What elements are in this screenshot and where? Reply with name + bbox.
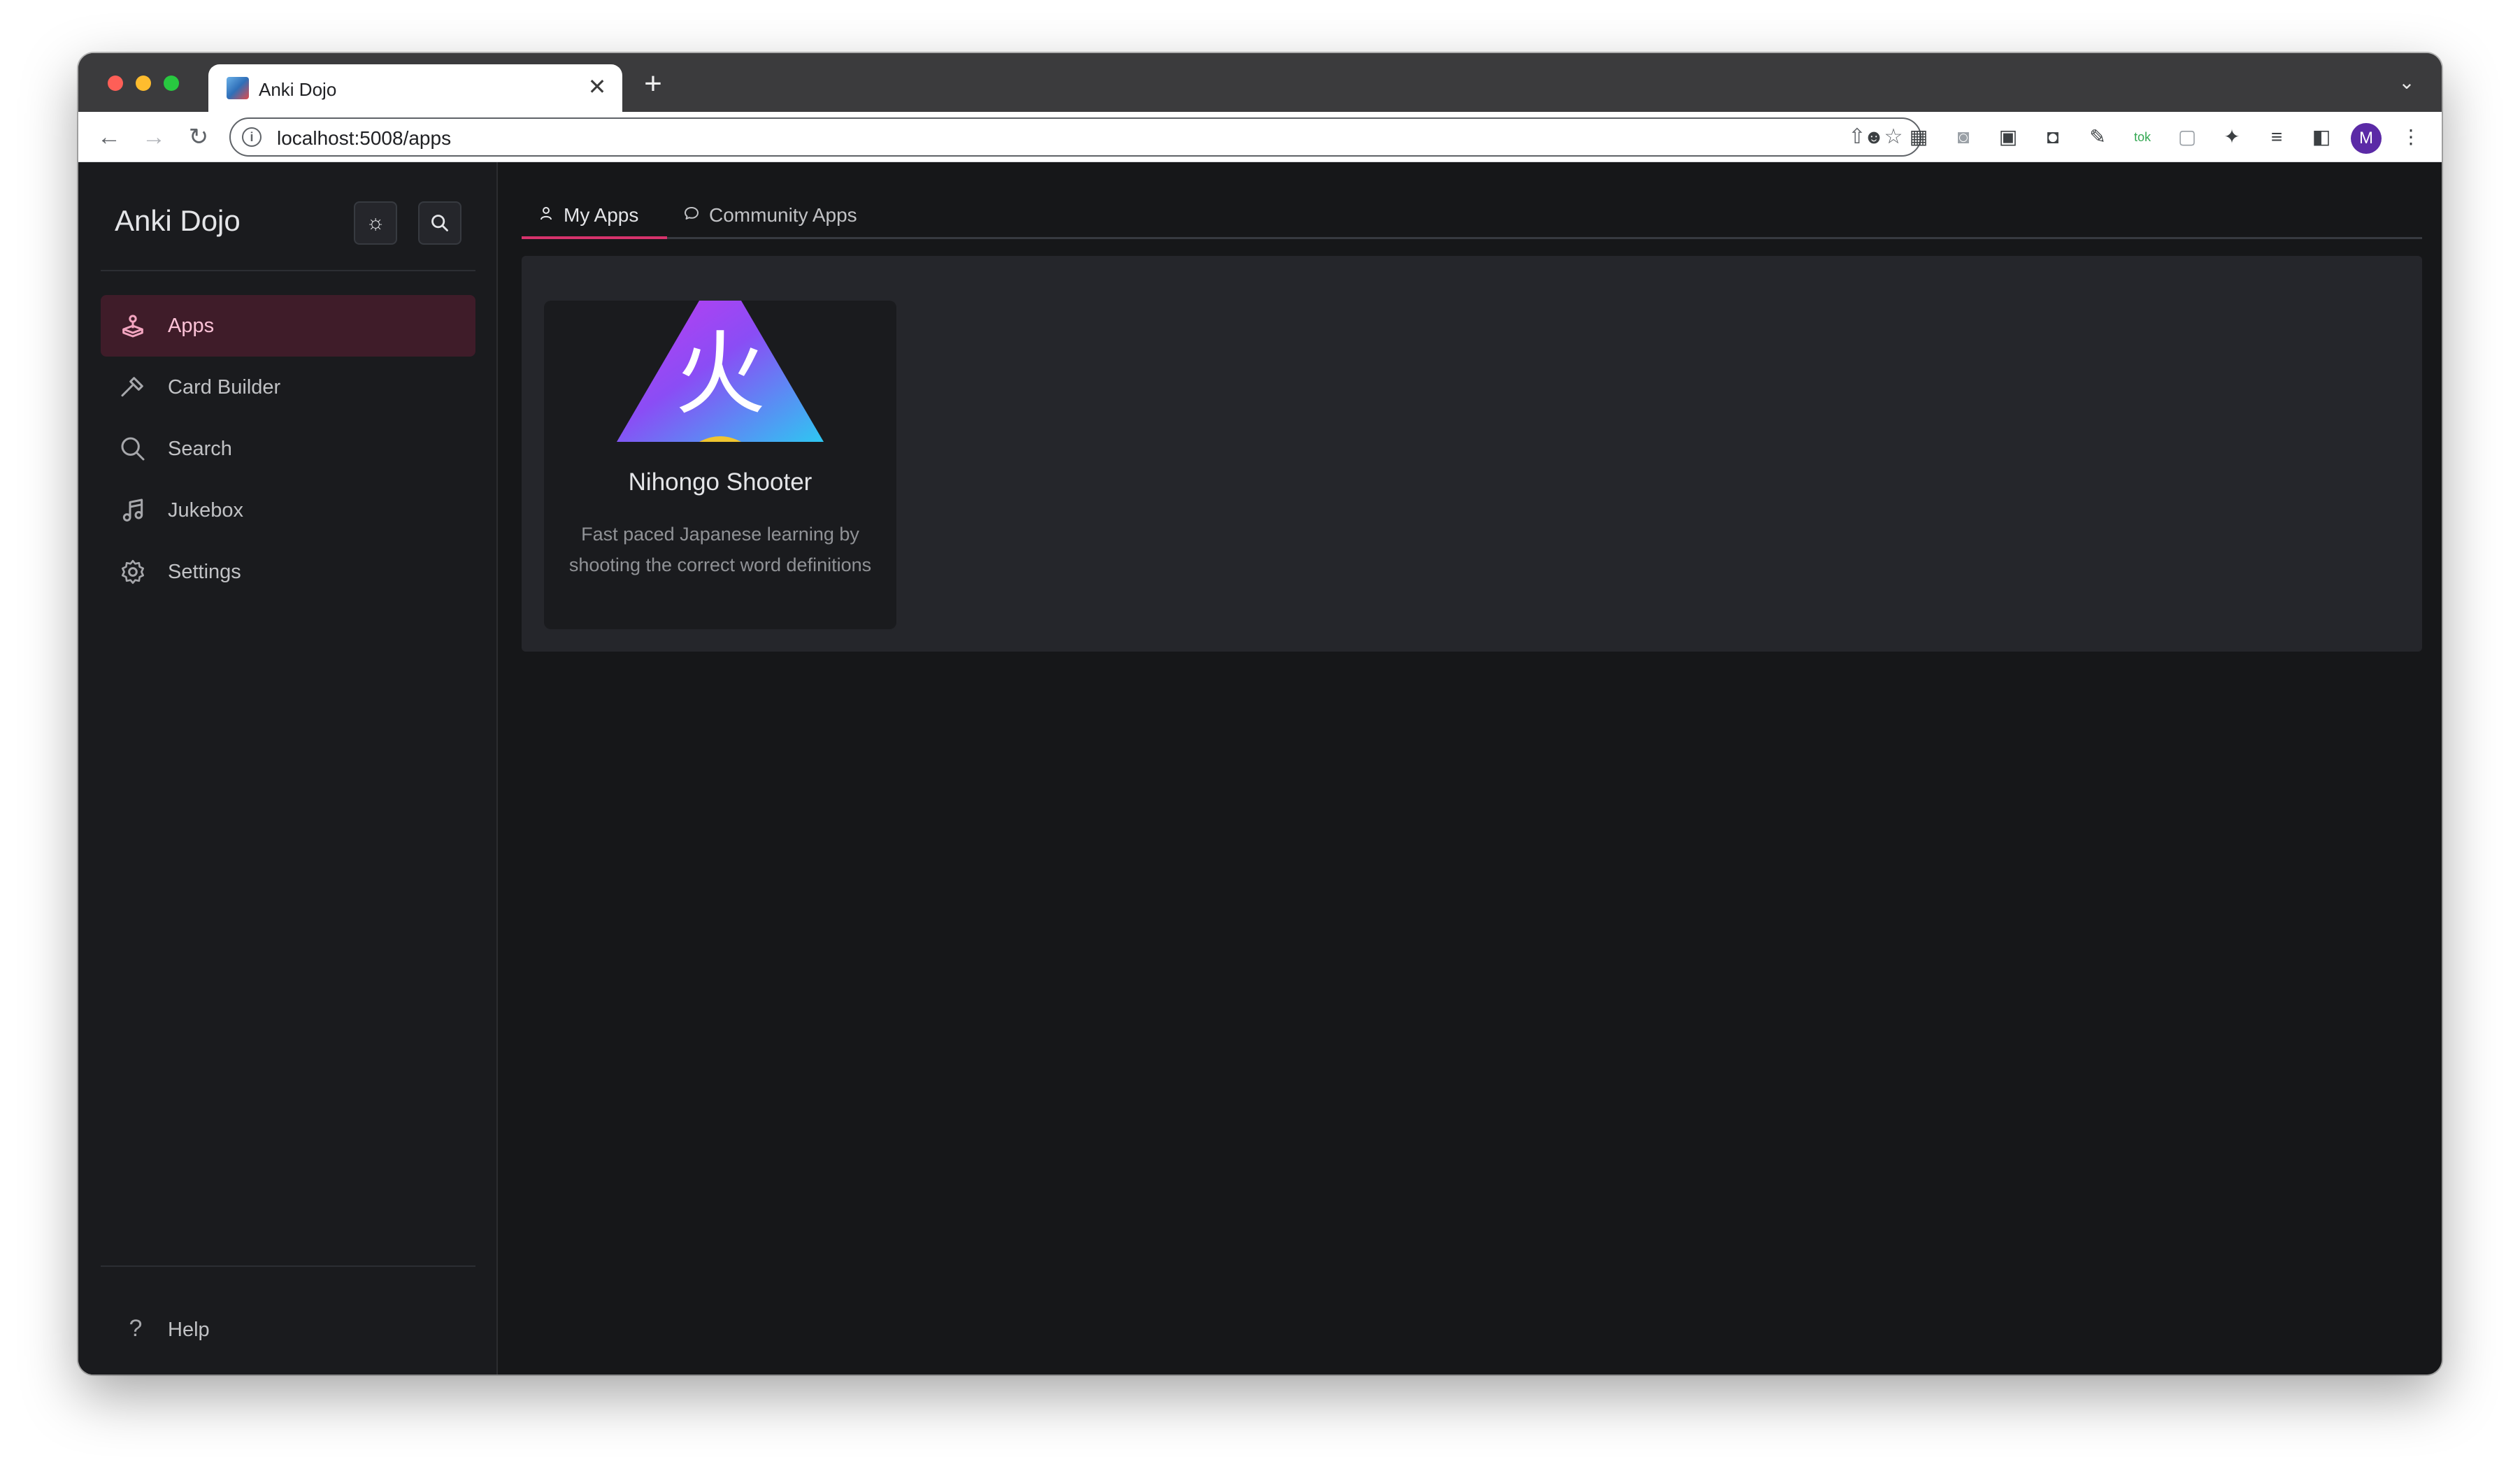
user-icon (536, 203, 557, 224)
hammer-icon (117, 372, 148, 403)
extension-kanji-icon[interactable]: ▢ (2175, 124, 2200, 150)
app-card-title: Nihongo Shooter (628, 468, 812, 496)
sidebar-item-label: Settings (168, 561, 241, 583)
search-button[interactable] (418, 201, 461, 245)
browser-window: Anki Dojo ✕ + ⌄ ← → ↻ i localhost:5008/a… (78, 53, 2442, 1375)
tab-strip: Anki Dojo ✕ + ⌄ (78, 53, 2442, 112)
app-card-description: Fast paced Japanese learning by shooting… (568, 524, 872, 575)
extension-toktok-icon[interactable]: tok (2130, 124, 2155, 150)
tab-my-apps[interactable]: My Apps (522, 187, 667, 239)
app-card-nihongo-shooter[interactable]: 火 Nihongo Shooter Fast paced Japanese le… (544, 301, 896, 629)
brand-title: Anki Dojo (115, 204, 241, 237)
tab-label: My Apps (564, 204, 639, 226)
tab-label: Community Apps (709, 204, 857, 226)
search-icon (117, 433, 148, 464)
url-text[interactable]: localhost:5008/apps (277, 127, 451, 150)
sidebar-item-jukebox[interactable]: Jukebox (101, 480, 475, 541)
chat-icon (681, 203, 702, 224)
browser-tab[interactable]: Anki Dojo ✕ (208, 64, 622, 112)
forward-arrow-icon[interactable]: → (138, 122, 169, 152)
question-icon: ? (129, 1315, 143, 1342)
music-icon (117, 495, 148, 526)
extension-chat-icon[interactable]: ▣ (1996, 124, 2021, 150)
new-tab-button[interactable]: + (638, 69, 668, 99)
browser-toolbar: ← → ↻ i localhost:5008/apps ⇧ ☆ ☻ ▦ ◙ ▣ … (78, 112, 2442, 162)
tab-close-icon[interactable]: ✕ (585, 74, 610, 99)
help-label: Help (168, 1319, 210, 1341)
address-bar[interactable]: i localhost:5008/apps ⇧ ☆ (229, 117, 1921, 157)
favicon-icon (227, 77, 249, 99)
site-info-icon[interactable]: i (242, 127, 262, 147)
sun-icon: ☼ (366, 211, 385, 234)
extension-pen-icon[interactable]: ✎ (2085, 124, 2110, 150)
extension-camera-icon[interactable]: ◙ (1951, 124, 1976, 150)
apps-panel: 火 Nihongo Shooter Fast paced Japanese le… (522, 256, 2422, 652)
sidebar-divider (101, 270, 475, 271)
sidebar-item-card-builder[interactable]: Card Builder (101, 357, 475, 418)
sidebar-item-search[interactable]: Search (101, 418, 475, 480)
extension-ninja-icon[interactable]: ☻ (1861, 124, 1887, 150)
maximize-window-button[interactable] (164, 76, 179, 91)
sidebar-item-label: Jukebox (168, 499, 244, 522)
sidebar-item-apps[interactable]: Apps (101, 295, 475, 357)
app-root: Anki Dojo ☼ Apps Card Builder Search Juk… (78, 162, 2442, 1375)
theme-toggle-button[interactable]: ☼ (354, 201, 397, 245)
help-link[interactable]: ? Help (101, 1302, 475, 1358)
sidebar: Anki Dojo ☼ Apps Card Builder Search Juk… (78, 162, 498, 1375)
reload-icon[interactable]: ↻ (183, 122, 214, 152)
sidebar-item-label: Search (168, 438, 232, 460)
tab-search-chevron-icon[interactable]: ⌄ (2393, 69, 2421, 96)
main-content: My Apps Community Apps 火 Nihongo Shooter… (499, 162, 2442, 1375)
minimize-window-button[interactable] (136, 76, 151, 91)
reading-list-icon[interactable]: ≡ (2264, 124, 2289, 150)
extension-profile-icon[interactable]: ◘ (2040, 124, 2066, 150)
sidebar-item-label: Apps (168, 315, 215, 337)
side-panel-icon[interactable]: ◧ (2309, 124, 2334, 150)
profile-avatar[interactable]: M (2351, 123, 2382, 154)
tab-community-apps[interactable]: Community Apps (667, 187, 877, 239)
nihongo-shooter-logo-icon: 火 (617, 301, 824, 442)
apps-tabs: My Apps Community Apps (522, 187, 2422, 239)
tab-title: Anki Dojo (259, 79, 337, 100)
extension-table-icon[interactable]: ▦ (1906, 124, 1931, 150)
logo-glyph: 火 (675, 321, 766, 427)
extensions-puzzle-icon[interactable]: ✦ (2219, 124, 2245, 150)
sidebar-bottom-divider (101, 1265, 475, 1267)
close-window-button[interactable] (108, 76, 123, 91)
sidebar-item-settings[interactable]: Settings (101, 541, 475, 603)
back-arrow-icon[interactable]: ← (94, 122, 124, 152)
sidebar-item-label: Card Builder (168, 376, 281, 399)
gear-icon (117, 557, 148, 587)
browser-menu-icon[interactable]: ⋮ (2398, 124, 2424, 150)
search-icon (431, 215, 448, 231)
gamepad-icon (117, 310, 148, 341)
